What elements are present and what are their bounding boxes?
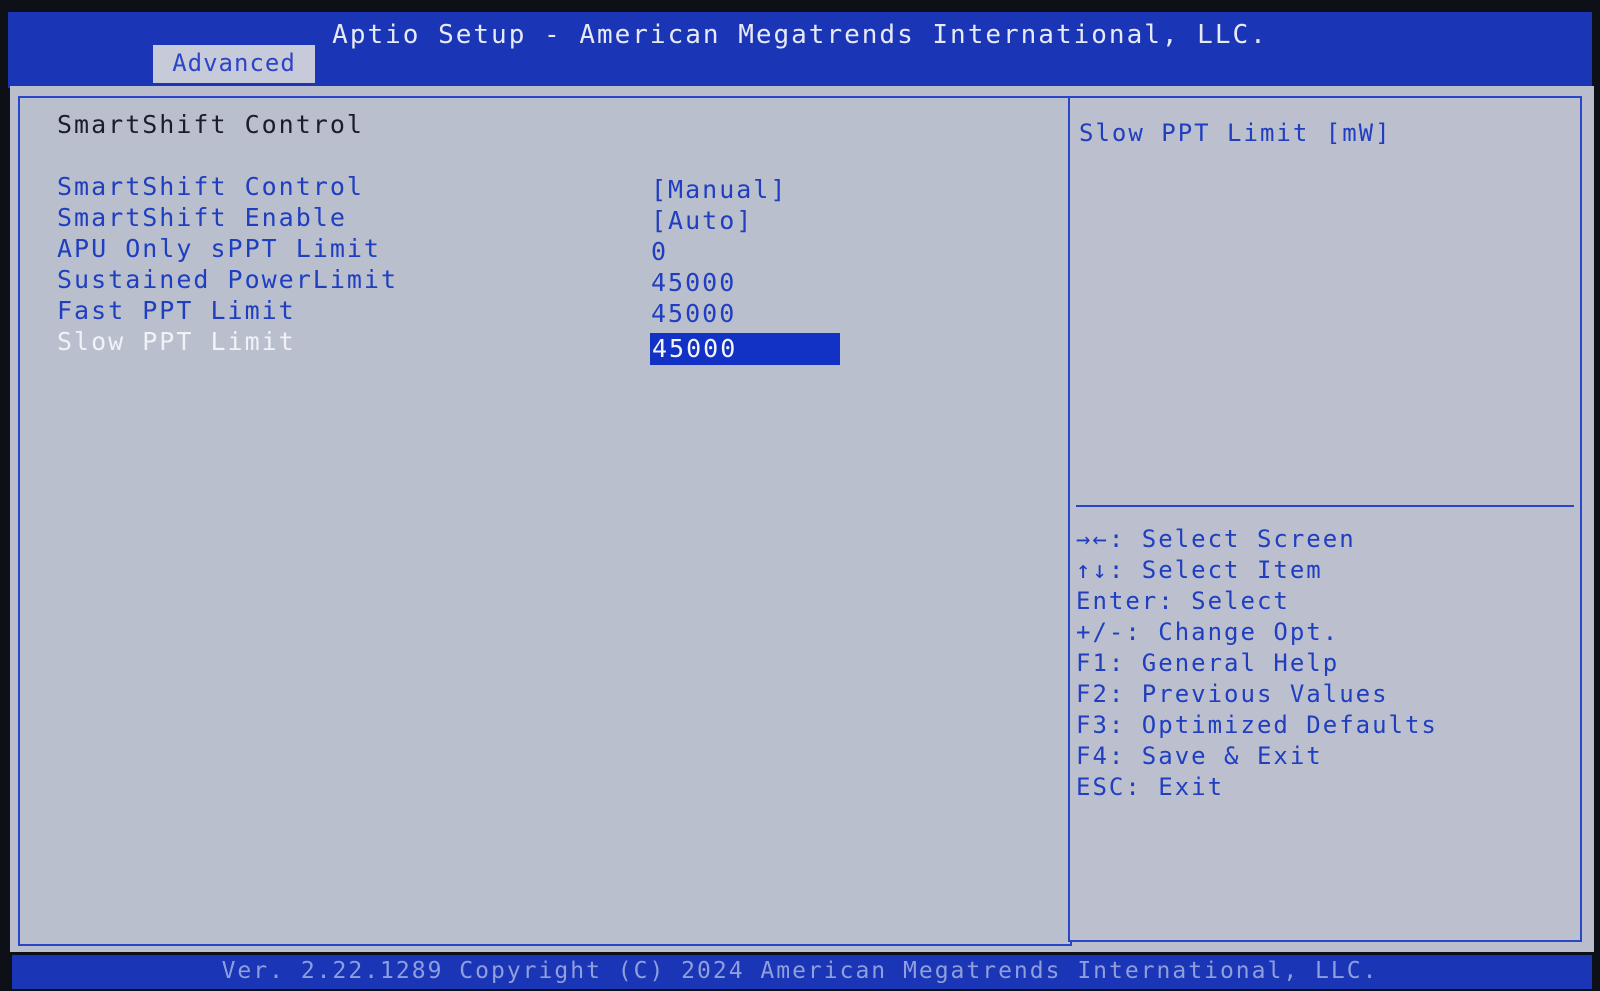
setting-label-smartshift-enable[interactable]: SmartShift Enable xyxy=(57,203,347,232)
tab-advanced[interactable]: Advanced xyxy=(153,45,315,83)
setting-value-fast-ppt-limit[interactable]: 45000 xyxy=(651,299,736,328)
key-hint-select-screen: →←: Select Screen xyxy=(1076,525,1356,553)
key-hint-esc-exit: ESC: Exit xyxy=(1076,773,1225,801)
key-hint-change-opt: +/-: Change Opt. xyxy=(1076,618,1340,646)
help-text: Slow PPT Limit [mW] xyxy=(1079,119,1392,147)
setting-label-slow-ppt-limit[interactable]: Slow PPT Limit xyxy=(57,327,296,356)
help-divider xyxy=(1076,505,1574,507)
setting-value-smartshift-enable[interactable]: [Auto] xyxy=(651,206,753,235)
key-hint-select-item: ↑↓: Select Item xyxy=(1076,556,1323,584)
key-hint-optimized-defaults: F3: Optimized Defaults xyxy=(1076,711,1438,739)
setting-value-slow-ppt-limit[interactable]: 45000 xyxy=(650,333,840,365)
setting-value-smartshift-control[interactable]: [Manual] xyxy=(651,175,787,204)
setting-value-apu-only-sppt-limit[interactable]: 0 xyxy=(651,237,668,266)
help-panel xyxy=(1068,96,1582,942)
key-hint-enter-select: Enter: Select xyxy=(1076,587,1290,615)
version-copyright: Ver. 2.22.1289 Copyright (C) 2024 Americ… xyxy=(221,958,1379,984)
key-hint-general-help: F1: General Help xyxy=(1076,649,1340,677)
setting-label-apu-only-sppt-limit[interactable]: APU Only sPPT Limit xyxy=(57,234,381,263)
setting-label-sustained-powerlimit[interactable]: Sustained PowerLimit xyxy=(57,265,398,294)
section-title: SmartShift Control xyxy=(57,110,364,139)
key-hint-previous-values: F2: Previous Values xyxy=(1076,680,1389,708)
setting-label-smartshift-control[interactable]: SmartShift Control xyxy=(57,172,364,201)
setting-value-sustained-powerlimit[interactable]: 45000 xyxy=(651,268,736,297)
setting-label-fast-ppt-limit[interactable]: Fast PPT Limit xyxy=(57,296,296,325)
key-hint-save-exit: F4: Save & Exit xyxy=(1076,742,1323,770)
